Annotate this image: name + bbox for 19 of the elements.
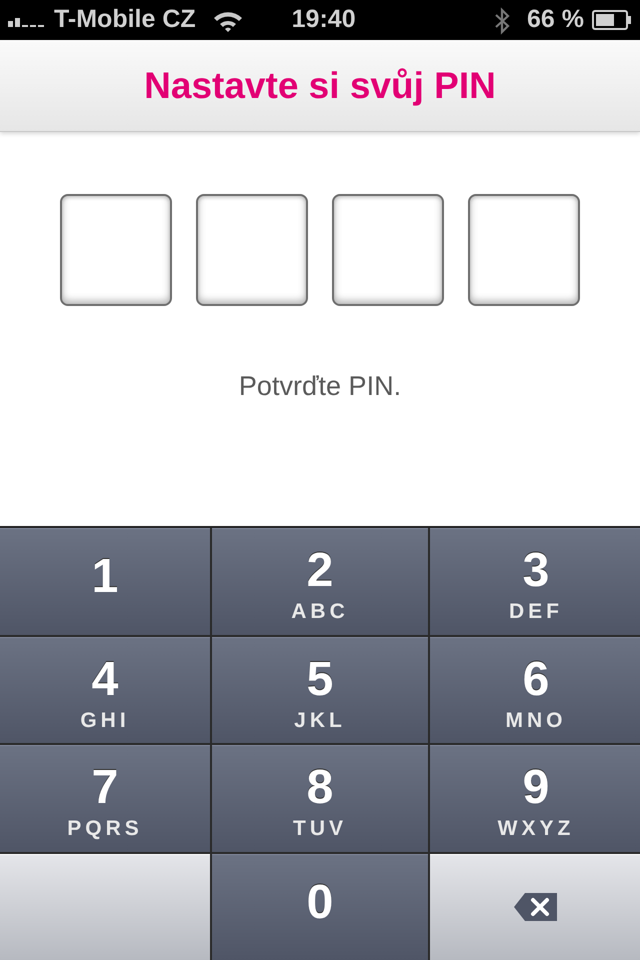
key-button[interactable]: 9 WXYZ xyxy=(430,745,640,852)
page-title: Nastavte si svůj PIN xyxy=(144,64,496,108)
key-button[interactable]: 0 xyxy=(212,854,428,960)
key-button[interactable]: 4 GHI xyxy=(0,636,210,743)
key-button[interactable]: 2 ABC xyxy=(212,528,428,634)
key-button[interactable]: 8 TUV xyxy=(212,745,428,852)
key-button[interactable]: 3 DEF xyxy=(430,528,640,634)
backspace-icon xyxy=(513,892,559,922)
prompt-text: Potvrďte PIN. xyxy=(238,371,402,401)
key-button[interactable]: 5 JKL xyxy=(212,636,428,743)
key-button[interactable]: 6 MNO xyxy=(430,636,640,743)
bluetooth-icon xyxy=(493,6,512,35)
clock-time: 19:40 xyxy=(292,4,356,36)
backspace-key[interactable] xyxy=(430,854,640,960)
key-button[interactable]: 7 PQRS xyxy=(0,745,210,852)
key-button[interactable]: 1 xyxy=(0,528,210,634)
battery-percent: 66 % xyxy=(527,4,584,36)
battery-icon xyxy=(592,10,632,30)
carrier-name: T-Mobile CZ xyxy=(54,4,196,36)
